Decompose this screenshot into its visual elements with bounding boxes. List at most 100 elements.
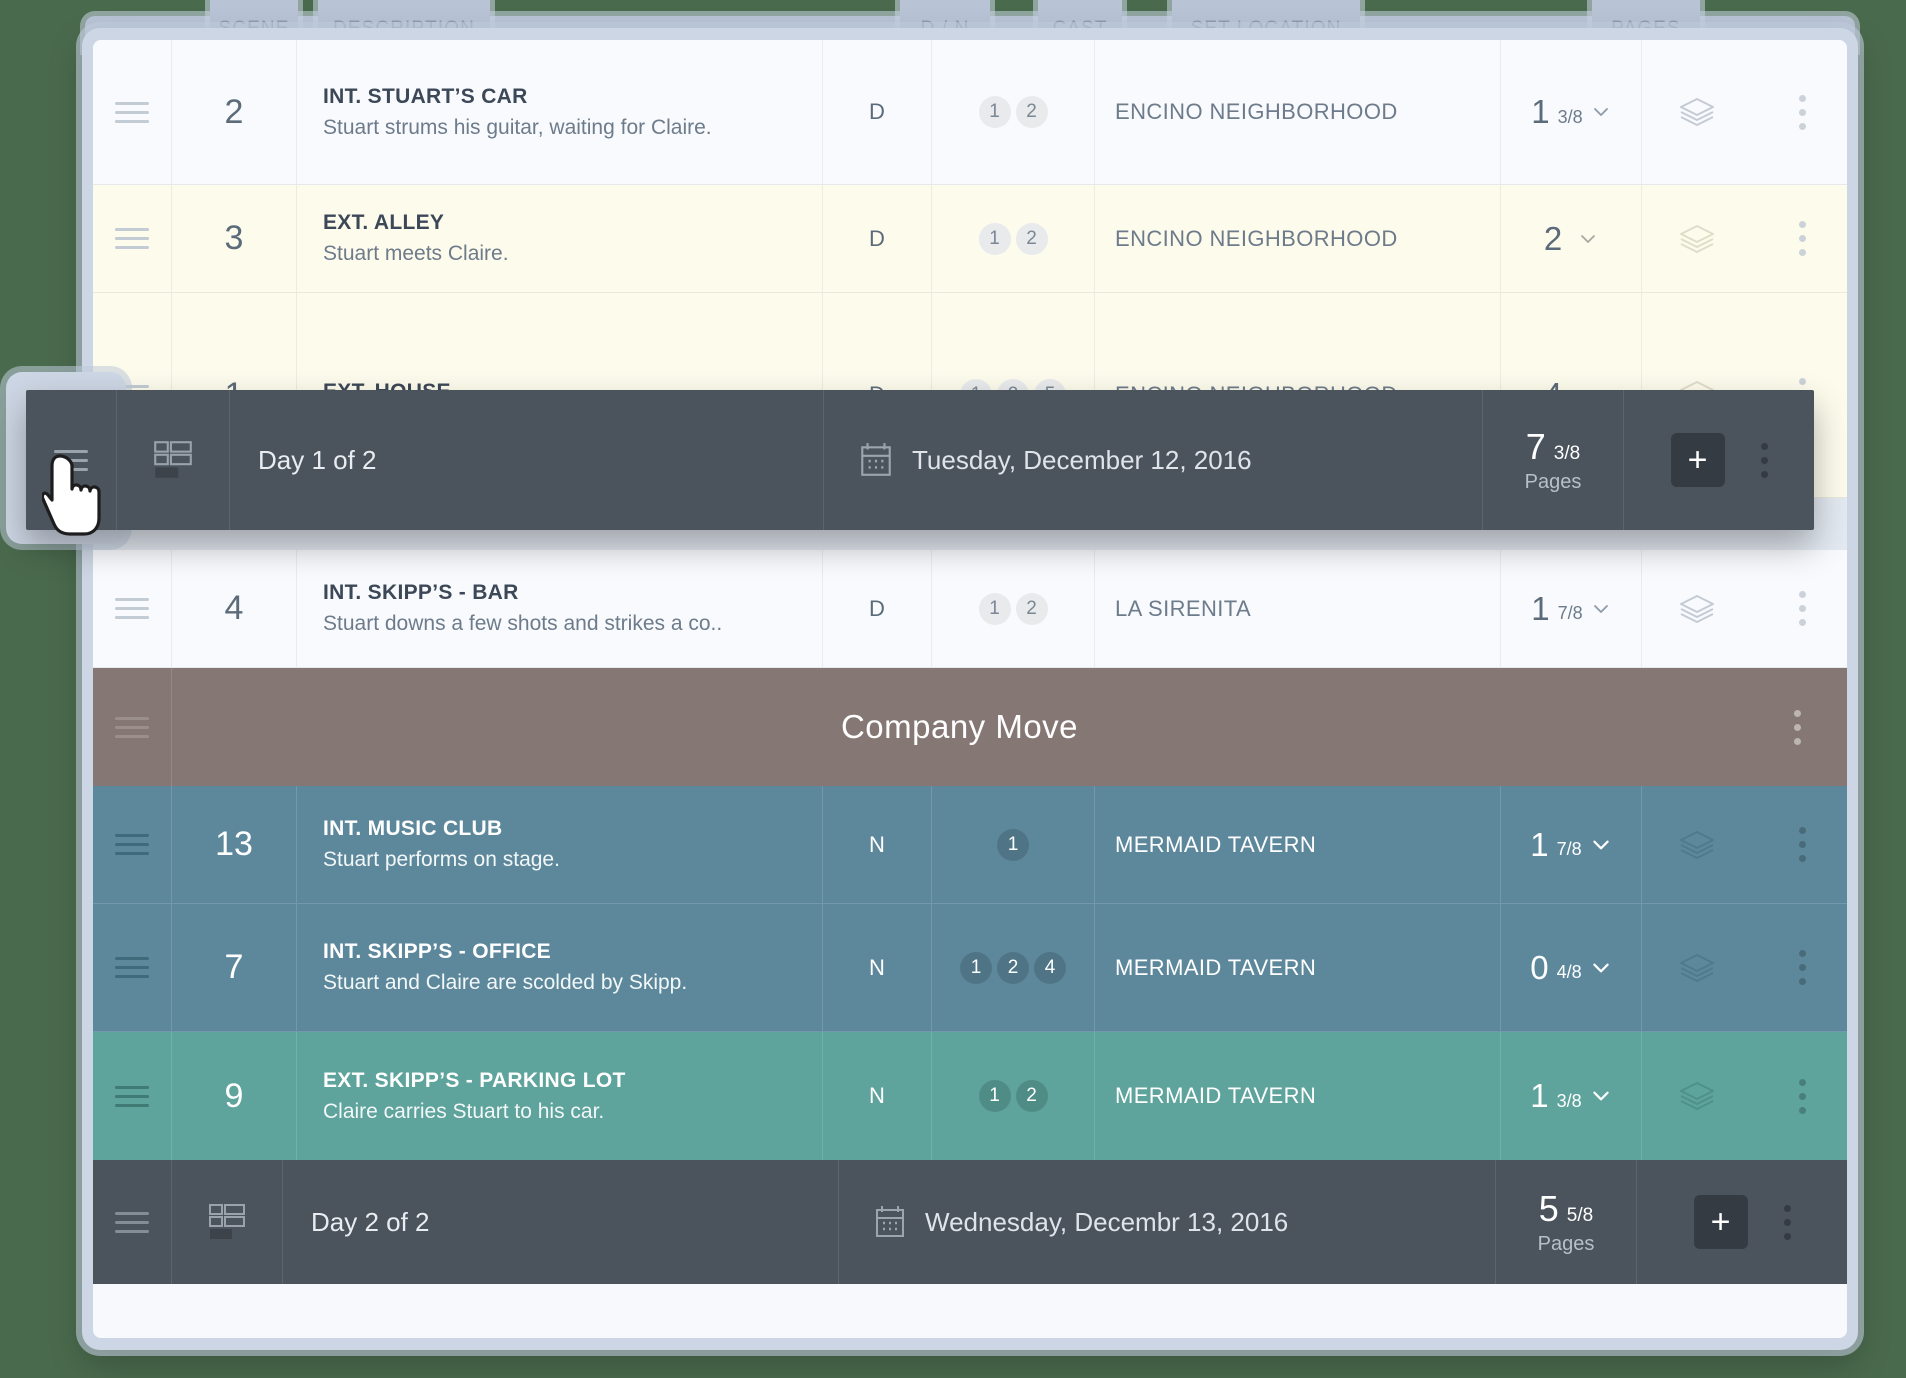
set-location-value: ENCINO NEIGHBORHOOD (1115, 99, 1398, 124)
day-bar-drag-handle[interactable] (93, 1160, 172, 1284)
row-drag-handle[interactable] (93, 1032, 172, 1160)
row-more-button[interactable] (1752, 904, 1847, 1031)
cast-badge: 2 (1015, 592, 1048, 625)
row-drag-handle[interactable] (93, 40, 172, 184)
drag-handle-icon (115, 1085, 149, 1107)
pages-cell[interactable]: 1 3/8 (1501, 1032, 1642, 1160)
set-location-value: ENCINO NEIGHBORHOOD (1115, 225, 1398, 251)
chevron-down-icon[interactable] (1590, 1085, 1612, 1107)
set-location-cell: MERMAID TAVERN (1095, 786, 1501, 903)
scene-description: Stuart performs on stage. (323, 848, 560, 871)
day-bar-date: Wednesday, Decembr 13, 2016 (925, 1206, 1289, 1237)
chevron-down-icon[interactable] (1590, 957, 1612, 979)
pages-cell[interactable]: 0 4/8 (1501, 904, 1642, 1031)
cast-badge: 1 (960, 951, 992, 984)
set-location-value: MERMAID TAVERN (1115, 831, 1317, 857)
chevron-down-icon[interactable] (1591, 599, 1611, 619)
day-bar-stripboard-button[interactable] (117, 390, 230, 530)
day-night-value: D (869, 99, 885, 124)
table-row[interactable]: 9 EXT. SKIPP’S - PARKING LOT Claire carr… (93, 1032, 1847, 1160)
table-row[interactable]: 4 INT. SKIPP’S - BAR Stuart downs a few … (93, 550, 1847, 668)
row-more-button[interactable] (1752, 40, 1847, 184)
table-row[interactable]: 13 INT. MUSIC CLUB Stuart performs on st… (93, 786, 1847, 904)
row-drag-handle[interactable] (93, 185, 172, 292)
scene-title: EXT. ALLEY (323, 211, 445, 234)
add-button[interactable]: + (1670, 433, 1725, 487)
day-bar-date-cell[interactable]: Wednesday, Decembr 13, 2016 (839, 1160, 1496, 1284)
layers-button[interactable] (1642, 185, 1752, 292)
drag-handle-icon (115, 598, 149, 619)
pages-cell[interactable]: 1 7/8 (1501, 550, 1642, 667)
scene-description: Stuart downs a few shots and strikes a c… (323, 612, 723, 635)
cast-badge: 2 (1015, 222, 1048, 255)
cast-cell: 1 2 (932, 40, 1095, 184)
day-bar-2[interactable]: Day 2 of 2 Wednesday, Decembr 13, 2016 5… (93, 1160, 1847, 1284)
day-night-cell: N (823, 1032, 932, 1160)
set-location-cell: MERMAID TAVERN (1095, 904, 1501, 1031)
layers-button[interactable] (1642, 904, 1752, 1031)
scene-number: 2 (224, 92, 244, 131)
scene-number: 13 (215, 825, 253, 863)
scene-number: 7 (224, 948, 244, 986)
more-vertical-icon[interactable] (1783, 1204, 1791, 1240)
table-row[interactable]: 7 INT. SKIPP’S - OFFICE Stuart and Clair… (93, 904, 1847, 1032)
day-bar-pages-line: 5 5/8 (1539, 1188, 1593, 1230)
cast-badge: 2 (1015, 96, 1048, 128)
more-vertical-icon (1793, 709, 1801, 745)
cast-cell: 1 2 (932, 1032, 1095, 1160)
set-location-cell: LA SIRENITA (1095, 550, 1501, 667)
row-drag-handle[interactable] (93, 904, 172, 1031)
chevron-down-icon[interactable] (1591, 102, 1611, 122)
row-more-button[interactable] (1752, 185, 1847, 292)
table-row[interactable]: 3 EXT. ALLEY Stuart meets Claire. D 1 2 … (93, 185, 1847, 293)
cast-cell: 1 2 (932, 185, 1095, 292)
cast-cell: 1 (932, 786, 1095, 903)
day-bar-date-cell[interactable]: Tuesday, December 12, 2016 (824, 390, 1483, 530)
chevron-down-icon[interactable] (1578, 229, 1598, 249)
pages-cell[interactable]: 1 3/8 (1501, 40, 1642, 184)
scene-number-cell: 7 (172, 904, 297, 1031)
row-more-button[interactable] (1752, 1032, 1847, 1160)
layers-button[interactable] (1642, 1032, 1752, 1160)
more-vertical-icon (1798, 94, 1806, 130)
stripboard-icon (209, 1204, 245, 1239)
row-more-button[interactable] (1752, 786, 1847, 903)
layers-button[interactable] (1642, 40, 1752, 184)
day-bar-stripboard-button[interactable] (172, 1160, 283, 1284)
scene-title: INT. SKIPP’S - OFFICE (323, 940, 551, 963)
layers-button[interactable] (1642, 550, 1752, 667)
pages-whole: 0 (1530, 948, 1549, 986)
layers-button[interactable] (1642, 786, 1752, 903)
cast-badge: 2 (997, 951, 1029, 984)
day-bar-label-cell: Day 2 of 2 (283, 1160, 839, 1284)
company-move-banner[interactable]: Company Move (93, 668, 1847, 786)
pages-cell[interactable]: 1 7/8 (1501, 786, 1642, 903)
banner-more-button[interactable] (1747, 668, 1847, 786)
layers-icon (1680, 594, 1714, 623)
pages-cell[interactable]: 2 (1501, 185, 1642, 292)
day-night-cell: D (823, 185, 932, 292)
pages-whole: 1 (1530, 1077, 1549, 1114)
row-drag-handle[interactable] (93, 550, 172, 667)
row-more-button[interactable] (1752, 550, 1847, 667)
scene-number: 3 (224, 219, 244, 257)
drag-handle-icon (115, 834, 149, 855)
day-bar-pages-whole: 7 (1525, 426, 1546, 467)
banner-drag-handle[interactable] (93, 668, 172, 786)
scene-number-cell: 9 (172, 1032, 297, 1160)
scene-number: 4 (224, 589, 244, 627)
more-vertical-icon (1798, 591, 1806, 626)
day-bar-label: Day 1 of 2 (258, 444, 377, 475)
day-bar-1-dragging[interactable]: Day 1 of 2 Tuesday, December 12, 2016 7 … (26, 390, 1814, 530)
row-drag-handle[interactable] (93, 786, 172, 903)
scene-description: Claire carries Stuart to his car. (323, 1099, 605, 1123)
more-vertical-icon[interactable] (1760, 442, 1768, 478)
pages-fraction: 4/8 (1556, 962, 1582, 982)
chevron-down-icon[interactable] (1590, 834, 1612, 856)
cast-badge: 1 (978, 96, 1011, 128)
add-button[interactable]: + (1693, 1195, 1748, 1249)
set-location-value: MERMAID TAVERN (1115, 1083, 1317, 1108)
layers-icon (1680, 953, 1714, 982)
table-row[interactable]: 2 INT. STUART’S CAR Stuart strums his gu… (93, 40, 1847, 185)
day-bar-actions: + (1637, 1160, 1847, 1284)
